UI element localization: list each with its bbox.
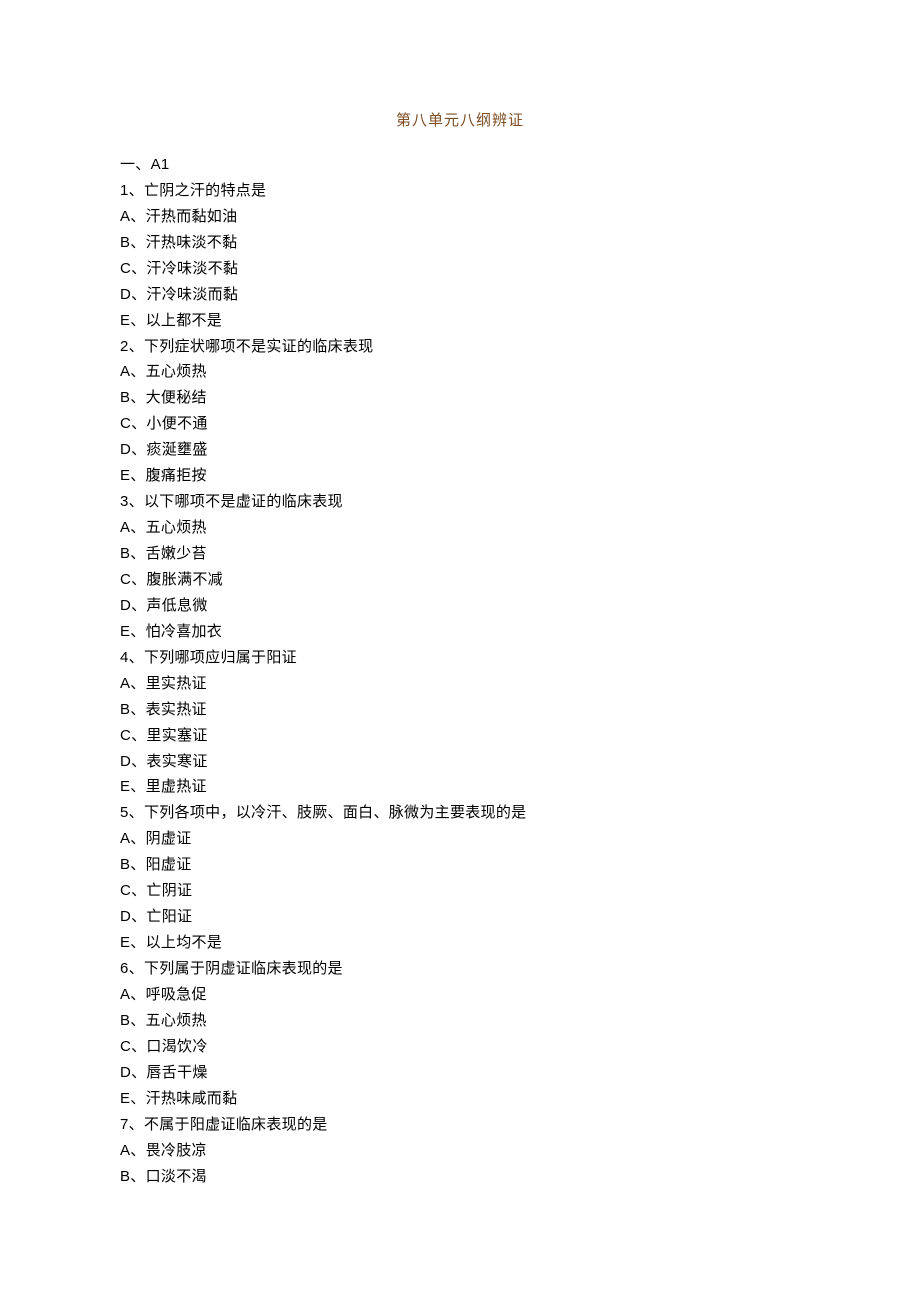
question-option: E、以上均不是 — [120, 930, 800, 956]
question-option: D、唇舌干燥 — [120, 1060, 800, 1086]
question-option: B、口淡不渴 — [120, 1164, 800, 1190]
question-option: B、五心烦热 — [120, 1008, 800, 1034]
question-option: A、呼吸急促 — [120, 982, 800, 1008]
question-option: A、五心烦热 — [120, 359, 800, 385]
question-list: 1、亡阴之汗的特点是A、汗热而黏如油B、汗热味淡不黏C、汗冷味淡不黏D、汗冷味淡… — [120, 178, 800, 1190]
question-option: E、以上都不是 — [120, 308, 800, 334]
question-stem: 7、不属于阳虚证临床表现的是 — [120, 1112, 800, 1138]
question-option: E、里虚热证 — [120, 774, 800, 800]
question-option: A、畏冷肢凉 — [120, 1138, 800, 1164]
question-stem: 6、下列属于阴虚证临床表现的是 — [120, 956, 800, 982]
question-option: C、腹胀满不减 — [120, 567, 800, 593]
question-stem: 2、下列症状哪项不是实证的临床表现 — [120, 334, 800, 360]
question-stem: 5、下列各项中，以冷汗、肢厥、面白、脉微为主要表现的是 — [120, 800, 800, 826]
question-option: B、舌嫩少苔 — [120, 541, 800, 567]
question-option: B、表实热证 — [120, 697, 800, 723]
question-option: C、亡阴证 — [120, 878, 800, 904]
question-option: D、痰涎壅盛 — [120, 437, 800, 463]
question-stem: 3、以下哪项不是虚证的临床表现 — [120, 489, 800, 515]
question-option: C、小便不通 — [120, 411, 800, 437]
question-option: C、口渴饮冷 — [120, 1034, 800, 1060]
question-option: E、怕冷喜加衣 — [120, 619, 800, 645]
page-title: 第八单元八纲辨证 — [120, 108, 800, 134]
question-option: E、腹痛拒按 — [120, 463, 800, 489]
question-option: B、汗热味淡不黏 — [120, 230, 800, 256]
question-option: A、五心烦热 — [120, 515, 800, 541]
question-option: B、大便秘结 — [120, 385, 800, 411]
section-label: 一、A1 — [120, 152, 800, 178]
question-option: C、汗冷味淡不黏 — [120, 256, 800, 282]
question-stem: 1、亡阴之汗的特点是 — [120, 178, 800, 204]
question-option: D、汗冷味淡而黏 — [120, 282, 800, 308]
question-option: D、亡阳证 — [120, 904, 800, 930]
question-stem: 4、下列哪项应归属于阳证 — [120, 645, 800, 671]
question-option: C、里实塞证 — [120, 723, 800, 749]
question-option: E、汗热味咸而黏 — [120, 1086, 800, 1112]
question-option: D、声低息微 — [120, 593, 800, 619]
question-option: A、阴虚证 — [120, 826, 800, 852]
question-option: D、表实寒证 — [120, 749, 800, 775]
question-option: B、阳虚证 — [120, 852, 800, 878]
question-option: A、汗热而黏如油 — [120, 204, 800, 230]
exam-page: 第八单元八纲辨证 一、A1 1、亡阴之汗的特点是A、汗热而黏如油B、汗热味淡不黏… — [0, 0, 920, 1229]
question-option: A、里实热证 — [120, 671, 800, 697]
